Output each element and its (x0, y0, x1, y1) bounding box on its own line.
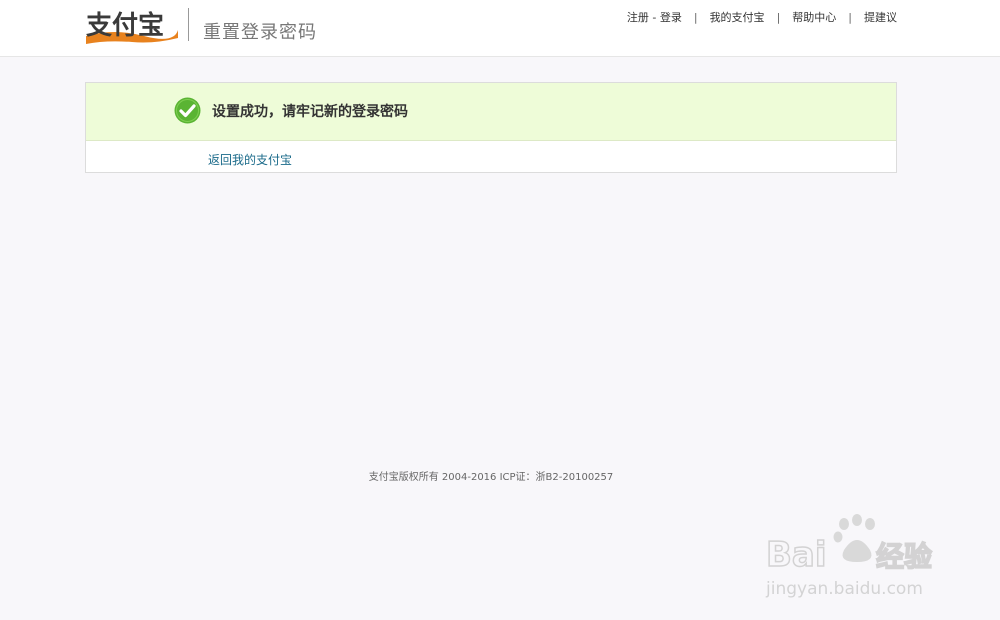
svg-text:经验: 经验 (876, 540, 932, 573)
svg-text:Bai: Bai (766, 535, 827, 575)
nav-feedback[interactable]: 提建议 (864, 9, 897, 25)
footer-copyright: 支付宝版权所有 2004-2016 ICP证：浙B2-20100257 (368, 472, 614, 483)
top-navigation: 注册 - 登录 | 我的支付宝 | 帮助中心 | 提建议 (627, 9, 897, 25)
nav-separator: | (848, 10, 852, 24)
result-panel: 设置成功，请牢记新的登录密码 返回我的支付宝 (85, 82, 897, 173)
svg-text:支付宝: 支付宝 (86, 10, 164, 41)
check-circle-icon (174, 97, 201, 124)
baidu-jingyan-watermark: Bai 经验 jingyan.baidu.com (765, 514, 933, 599)
success-message: 设置成功，请牢记新的登录密码 (212, 104, 408, 120)
nav-separator: | (693, 10, 698, 24)
alipay-logo[interactable]: 支付宝 (84, 6, 180, 46)
nav-help-center[interactable]: 帮助中心 (792, 9, 836, 25)
nav-my-alipay[interactable]: 我的支付宝 (710, 9, 765, 25)
header: 支付宝 重置登录密码 注册 - 登录 | 我的支付宝 | 帮助中心 | 提建议 (0, 0, 1000, 57)
page-title: 重置登录密码 (203, 22, 317, 43)
success-banner: 设置成功，请牢记新的登录密码 (86, 83, 896, 141)
nav-register-login[interactable]: 注册 - 登录 (627, 9, 682, 25)
nav-separator: | (776, 10, 781, 24)
svg-text:jingyan.baidu.com: jingyan.baidu.com (765, 579, 923, 599)
back-to-my-alipay-link[interactable]: 返回我的支付宝 (208, 151, 292, 168)
logo-divider (188, 8, 189, 41)
